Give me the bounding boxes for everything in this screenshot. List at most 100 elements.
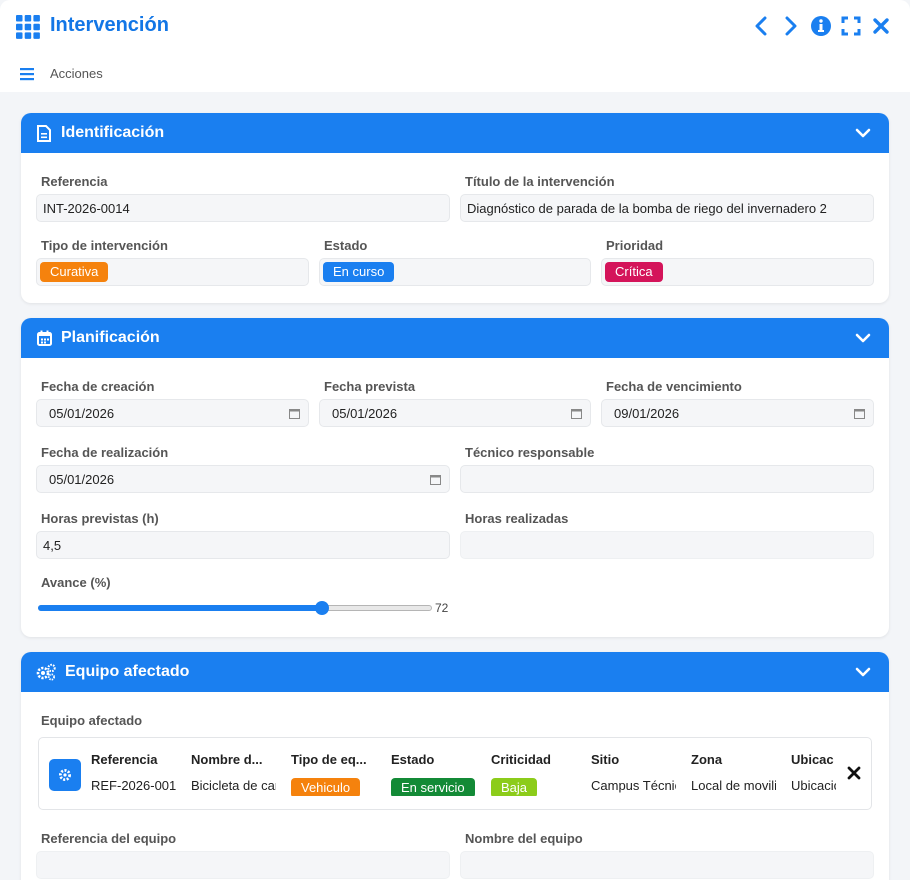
calendar-icon[interactable] <box>289 408 300 419</box>
table-header: Referencia <box>91 752 158 767</box>
chevron-left-icon <box>755 16 767 36</box>
fecha-realizacion-field[interactable]: 05/01/2026 <box>36 465 450 493</box>
col-nombre: Nombre d... Bicicleta de carga <box>191 752 281 796</box>
actions-menu[interactable]: Acciones <box>20 66 103 81</box>
fecha-prevista-label: Fecha prevista <box>324 379 416 394</box>
close-button[interactable] <box>870 14 892 38</box>
tipo-field[interactable]: Curativa <box>36 258 309 286</box>
ref-equipo-label: Referencia del equipo <box>41 831 177 846</box>
equipo-row[interactable]: Referencia REF-2026-0014 Nombre d... Bic… <box>38 737 872 810</box>
window-actions <box>750 14 892 38</box>
calendar-icon[interactable] <box>571 408 582 419</box>
previous-button[interactable] <box>750 14 772 38</box>
nombre-equipo-label: Nombre del equipo <box>465 831 583 846</box>
identificacion-header[interactable]: Identificación <box>21 113 889 153</box>
expand-icon <box>841 16 861 36</box>
col-ubicacion: Ubicac Ubicación <box>791 752 836 796</box>
fecha-creacion-field[interactable]: 05/01/2026 <box>36 399 309 427</box>
app-window: Intervención Acciones Identificación Ref… <box>0 0 910 880</box>
actions-menu-label[interactable]: Acciones <box>50 66 103 81</box>
chevron-down-icon[interactable] <box>855 664 871 680</box>
col-referencia: Referencia REF-2026-0014 <box>91 752 181 796</box>
section-title: Equipo afectado <box>65 663 190 680</box>
chevron-down-icon[interactable] <box>855 125 871 141</box>
table-cell: Campus Técnico <box>591 778 676 793</box>
menu-icon[interactable] <box>20 67 34 81</box>
fecha-creacion-value: 05/01/2026 <box>49 405 115 421</box>
section-title: Planificación <box>61 329 160 346</box>
fecha-prevista-value: 05/01/2026 <box>332 405 398 421</box>
top-bar: Intervención Acciones <box>0 0 910 92</box>
calendar-icon[interactable] <box>854 408 865 419</box>
fecha-prevista-field[interactable]: 05/01/2026 <box>319 399 591 427</box>
chevron-down-icon[interactable] <box>855 330 871 346</box>
horas-previstas-field[interactable]: 4,5 <box>36 531 450 559</box>
gears-icon <box>35 663 57 681</box>
equipo-afectado-label: Equipo afectado <box>41 713 143 728</box>
tecnico-field[interactable] <box>460 465 874 493</box>
ref-equipo-field[interactable] <box>36 851 450 879</box>
calendar-icon <box>35 329 53 347</box>
identificacion-section: Identificación Referencia INT-2026-0014 … <box>21 113 889 303</box>
table-cell: Local de movilidad <box>691 778 776 793</box>
calendar-icon[interactable] <box>430 474 441 485</box>
slider-thumb[interactable] <box>314 601 329 615</box>
page-title: Intervención <box>50 14 169 36</box>
prioridad-field[interactable]: Crítica <box>601 258 874 286</box>
table-header: Tipo de eq... <box>291 752 367 767</box>
open-equipo-button[interactable] <box>49 759 81 791</box>
titulo-label: Título de la intervención <box>465 174 615 189</box>
avance-value: 72 <box>435 601 449 615</box>
fullscreen-button[interactable] <box>840 14 862 38</box>
next-button[interactable] <box>780 14 802 38</box>
table-cell: Ubicación <box>791 778 836 793</box>
table-header: Criticidad <box>491 752 551 767</box>
table-header: Nombre d... <box>191 752 263 767</box>
horas-realizadas-label: Horas realizadas <box>465 511 569 526</box>
criticidad-badge: Baja <box>491 778 538 796</box>
table-header: Estado <box>391 752 435 767</box>
planificacion-section: Planificación Fecha de creación 05/01/20… <box>21 318 889 637</box>
col-sitio: Sitio Campus Técnico <box>591 752 681 796</box>
close-icon <box>873 18 889 34</box>
info-icon <box>811 16 831 36</box>
fecha-realizacion-label: Fecha de realización <box>41 445 169 460</box>
avance-label: Avance (%) <box>41 575 111 590</box>
estado-badge: En servicio <box>391 778 475 796</box>
prioridad-badge: Crítica <box>605 262 663 282</box>
table-cell: REF-2026-0014 <box>91 778 176 793</box>
fecha-realizacion-value: 05/01/2026 <box>49 471 115 487</box>
prioridad-label: Prioridad <box>606 238 664 253</box>
col-criticidad: Criticidad Baja <box>491 752 581 796</box>
horas-realizadas-field[interactable] <box>460 531 874 559</box>
tipo-badge: Vehiculo <box>291 778 361 796</box>
planificacion-header[interactable]: Planificación <box>21 318 889 358</box>
grid-icon[interactable] <box>16 15 40 39</box>
titulo-field[interactable]: Diagnóstico de parada de la bomba de rie… <box>460 194 874 222</box>
fecha-vencimiento-field[interactable]: 09/01/2026 <box>601 399 874 427</box>
table-header: Sitio <box>591 752 620 767</box>
fecha-creacion-label: Fecha de creación <box>41 379 155 394</box>
tecnico-label: Técnico responsable <box>465 445 595 460</box>
info-button[interactable] <box>810 14 832 38</box>
table-header: Zona <box>691 752 723 767</box>
slider-fill <box>38 605 322 611</box>
referencia-label: Referencia <box>41 174 108 189</box>
fecha-vencimiento-label: Fecha de vencimiento <box>606 379 742 394</box>
table-cell: Bicicleta de carga <box>191 778 276 793</box>
tipo-badge: Curativa <box>40 262 109 282</box>
gear-icon <box>59 769 71 781</box>
fecha-vencimiento-value: 09/01/2026 <box>614 405 680 421</box>
equipo-section: Equipo afectado Equipo afectado Referenc… <box>21 652 889 880</box>
col-estado: Estado En servicio <box>391 752 481 796</box>
referencia-field[interactable]: INT-2026-0014 <box>36 194 450 222</box>
table-header: Ubicac <box>791 752 834 767</box>
equipo-header[interactable]: Equipo afectado <box>21 652 889 692</box>
estado-field[interactable]: En curso <box>319 258 591 286</box>
col-tipo: Tipo de eq... Vehiculo <box>291 752 381 796</box>
col-zona: Zona Local de movilidad <box>691 752 781 796</box>
document-icon <box>35 124 53 142</box>
remove-equipo-icon[interactable] <box>847 766 861 780</box>
chevron-right-icon <box>785 16 797 36</box>
nombre-equipo-field[interactable] <box>460 851 874 879</box>
